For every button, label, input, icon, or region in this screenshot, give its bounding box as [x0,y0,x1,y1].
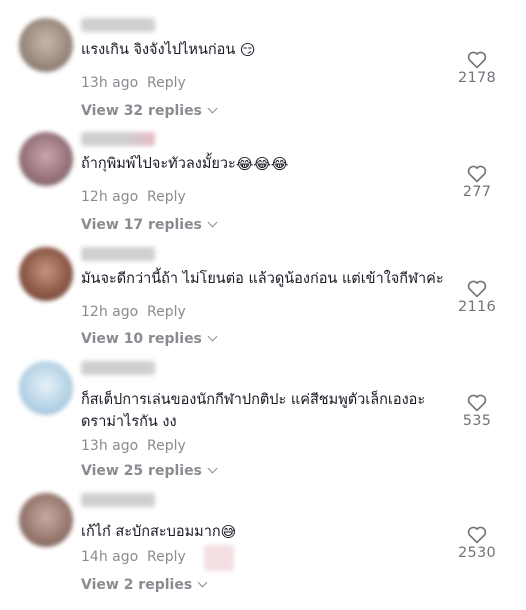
view-replies-button[interactable]: View 10 replies [81,331,218,347]
comment-meta: 12h ago Reply [81,304,186,320]
avatar[interactable] [19,247,73,301]
username-redacted[interactable] [81,493,155,507]
comment-item: ถ้ากุพิมพ์ไปจะทัวลงมั้ยวะ😂😂😂 12h ago Repl… [0,132,526,246]
like-button[interactable]: 2116 [447,279,507,315]
comment-meta: 14h ago Reply [81,549,186,565]
redacted-patch [204,545,234,571]
view-replies-label: View 10 replies [81,331,202,347]
comment-body: มันจะดีกว่านี้ถ้า ไม่โยนต่อ แล้วดูน้องก่… [81,271,444,287]
chevron-down-icon [207,217,218,228]
reply-button[interactable]: Reply [147,304,186,320]
emoji: 😏 [239,41,256,59]
username-redacted[interactable] [81,132,155,146]
heart-outline-icon [467,526,487,544]
heart-outline-icon [467,394,487,412]
timestamp: 13h ago [81,438,139,454]
like-count: 535 [462,413,492,429]
comment-meta: 12h ago Reply [81,189,186,205]
heart-outline-icon [467,51,487,69]
view-replies-button[interactable]: View 2 replies [81,577,208,593]
timestamp: 12h ago [81,304,139,320]
comment-body: ก็สเต็ปการเล่นของนักกีฬาปกติปะ แค่สีชมพู… [81,392,426,430]
comment-body: เก้ไก๋ สะบักสะบอมมาก [81,524,221,540]
timestamp: 14h ago [81,549,139,565]
like-button[interactable]: 2178 [447,50,507,86]
like-button[interactable]: 535 [447,393,507,429]
comment-text: แรงเกิน จิงจังไปไหนก่อน 😏 [81,39,461,61]
reply-button[interactable]: Reply [147,438,186,454]
like-count: 2530 [457,545,497,561]
avatar[interactable] [19,361,73,415]
view-replies-label: View 2 replies [81,577,193,593]
timestamp: 13h ago [81,75,139,91]
comment-meta: 13h ago Reply [81,75,186,91]
view-replies-button[interactable]: View 25 replies [81,463,218,479]
like-count: 277 [462,184,492,200]
username-redacted[interactable] [81,247,155,261]
chevron-down-icon [207,331,218,342]
chevron-down-icon [197,577,208,588]
like-button[interactable]: 277 [447,164,507,200]
view-replies-button[interactable]: View 17 replies [81,217,218,233]
like-button[interactable]: 2530 [447,525,507,561]
username-redacted[interactable] [81,361,155,375]
comment-body: ถ้ากุพิมพ์ไปจะทัวลงมั้ยวะ [81,156,236,172]
view-replies-label: View 32 replies [81,103,202,119]
like-count: 2116 [457,299,497,315]
view-replies-label: View 17 replies [81,217,202,233]
comment-body: แรงเกิน จิงจังไปไหนก่อน [81,42,236,58]
avatar[interactable] [19,18,73,72]
heart-outline-icon [467,165,487,183]
comment-text: ถ้ากุพิมพ์ไปจะทัวลงมั้ยวะ😂😂😂 [81,153,461,175]
heart-outline-icon [467,280,487,298]
username-redacted[interactable] [81,18,155,32]
reply-button[interactable]: Reply [147,549,186,565]
avatar[interactable] [19,493,73,547]
view-replies-button[interactable]: View 32 replies [81,103,218,119]
comment-item: ก็สเต็ปการเล่นของนักกีฬาปกติปะ แค่สีชมพู… [0,361,526,479]
comment-text: ก็สเต็ปการเล่นของนักกีฬาปกติปะ แค่สีชมพู… [81,389,461,433]
comment-text: เก้ไก๋ สะบักสะบอมมาก😅 [81,521,461,543]
comment-text: มันจะดีกว่านี้ถ้า ไม่โยนต่อ แล้วดูน้องก่… [81,268,461,290]
reply-button[interactable]: Reply [147,75,186,91]
chevron-down-icon [207,463,218,474]
chevron-down-icon [207,103,218,114]
view-replies-label: View 25 replies [81,463,202,479]
comment-item: แรงเกิน จิงจังไปไหนก่อน 😏 13h ago Reply V… [0,18,526,132]
like-count: 2178 [457,70,497,86]
comment-item: มันจะดีกว่านี้ถ้า ไม่โยนต่อ แล้วดูน้องก่… [0,247,526,361]
timestamp: 12h ago [81,189,139,205]
comment-meta: 13h ago Reply [81,438,186,454]
emoji: 😅 [220,523,237,541]
emoji: 😂😂😂 [235,155,289,173]
reply-button[interactable]: Reply [147,189,186,205]
avatar[interactable] [19,132,73,186]
comment-item: เก้ไก๋ สะบักสะบอมมาก😅 14h ago Reply View … [0,493,526,607]
